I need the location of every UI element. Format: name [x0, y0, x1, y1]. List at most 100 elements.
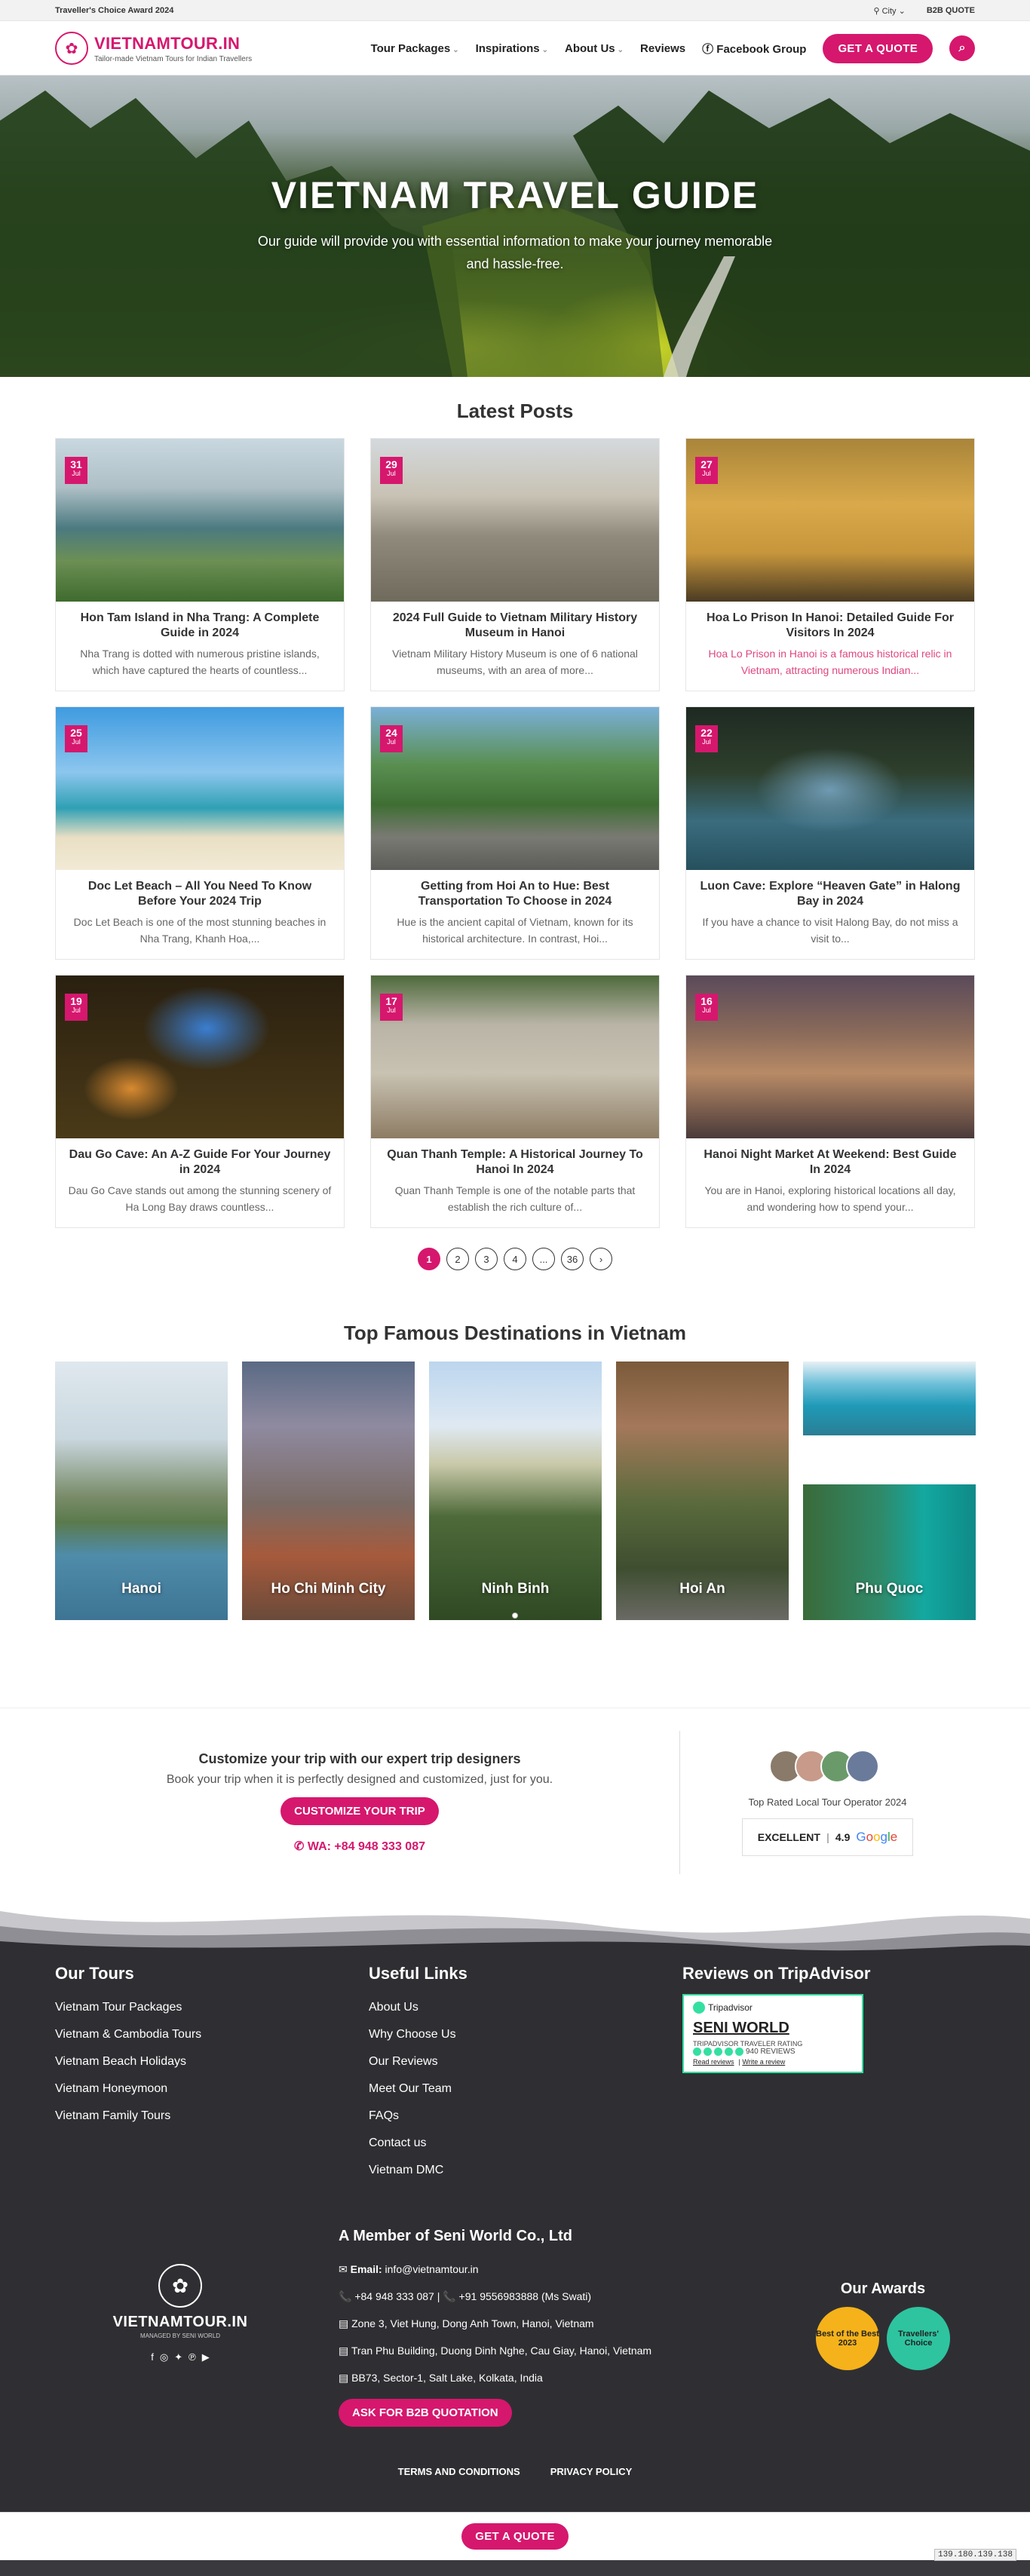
post-title[interactable]: Luon Cave: Explore “Heaven Gate” in Halo… [698, 879, 962, 909]
post-image[interactable]: 25 Jul [56, 707, 344, 870]
post-title[interactable]: Quan Thanh Temple: A Historical Journey … [383, 1147, 647, 1178]
destination-label: Hoi An [679, 1581, 725, 1597]
footer-link[interactable]: Our Reviews [369, 2048, 682, 2075]
footer-link[interactable]: Vietnam Tour Packages [55, 1994, 369, 2021]
post-image[interactable]: 17 Jul [371, 976, 659, 1138]
site-header: ✿ VIETNAMTOUR.IN Tailor-made Vietnam Tou… [0, 21, 1030, 75]
post-card[interactable]: 25 Jul Doc Let Beach – All You Need To Kn… [55, 706, 345, 960]
logo-mark-icon: ✿ [55, 32, 88, 65]
footer-link[interactable]: Vietnam DMC [369, 2157, 682, 2184]
nav-reviews[interactable]: Reviews [640, 42, 685, 55]
post-excerpt: If you have a chance to visit Halong Bay… [702, 916, 958, 945]
post-card[interactable]: 24 Jul Getting from Hoi An to Hue: Best T… [370, 706, 660, 960]
destination-tile[interactable]: Hoi An [616, 1362, 789, 1620]
footer-link[interactable]: Vietnam Honeymoon [55, 2075, 369, 2103]
post-image[interactable]: 24 Jul [371, 707, 659, 870]
post-title[interactable]: Hanoi Night Market At Weekend: Best Guid… [698, 1147, 962, 1178]
post-title[interactable]: Dau Go Cave: An A-Z Guide For Your Journ… [68, 1147, 332, 1178]
search-icon[interactable]: ⌕ [949, 35, 975, 61]
customize-section: Customize your trip with our expert trip… [0, 1708, 1030, 1896]
chevron-down-icon: ⌄ [541, 45, 548, 54]
post-image[interactable]: 22 Jul [686, 707, 974, 870]
city-selector[interactable]: ⚲ City ⌄ [873, 6, 905, 16]
customize-trip-button[interactable]: CUSTOMIZE YOUR TRIP [280, 1797, 439, 1825]
member-heading: A Member of Seni World Co., Ltd [339, 2228, 572, 2244]
page-4[interactable]: 4 [504, 1248, 526, 1270]
page-2[interactable]: 2 [446, 1248, 469, 1270]
post-title[interactable]: Getting from Hoi An to Hue: Best Transpo… [383, 879, 647, 909]
read-reviews-link[interactable]: Read reviews [693, 2058, 734, 2066]
footer-link[interactable]: Contact us [369, 2130, 682, 2157]
phone-line[interactable]: 📞 +84 948 333 087 | 📞 +91 9556983888 (Ms… [339, 2283, 791, 2310]
map-icon: ▤ [339, 2345, 349, 2357]
post-card[interactable]: 19 Jul Dau Go Cave: An A-Z Guide For Your… [55, 975, 345, 1228]
page-1[interactable]: 1 [418, 1248, 440, 1270]
post-card[interactable]: 22 Jul Luon Cave: Explore “Heaven Gate” i… [685, 706, 975, 960]
post-title[interactable]: Hon Tam Island in Nha Trang: A Complete … [68, 611, 332, 641]
destinations-section: Top Famous Destinations in Vietnam Hanoi… [0, 1322, 1030, 1620]
ip-address-text: 139.180.139.138 [933, 2549, 1016, 2561]
post-excerpt: Nha Trang is dotted with numerous pristi… [80, 648, 320, 676]
b2b-quote-link[interactable]: B2B QUOTE [927, 6, 975, 15]
email-link[interactable]: info@vietnamtour.in [385, 2263, 479, 2275]
google-rating-badge[interactable]: EXCELLENT | 4.9 Google [741, 1818, 914, 1856]
footer-tripadvisor: Reviews on TripAdvisor Tripadvisor SENI … [682, 1964, 975, 2184]
next-page-icon[interactable]: › [590, 1248, 612, 1270]
footer-link[interactable]: Why Choose Us [369, 2021, 682, 2048]
post-title[interactable]: 2024 Full Guide to Vietnam Military Hist… [383, 611, 647, 641]
privacy-link[interactable]: PRIVACY POLICY [550, 2466, 633, 2477]
write-review-link[interactable]: Write a review [742, 2058, 785, 2066]
awards: Our Awards Best of the Best 2023 Travell… [791, 2228, 975, 2427]
travellers-choice-award-badge: Travellers' Choice [887, 2307, 950, 2370]
pinterest-icon[interactable]: ℗ [189, 2351, 196, 2363]
post-image[interactable]: 27 Jul [686, 439, 974, 602]
footer-logo[interactable]: ✿ VIETNAMTOUR.IN MANAGED BY SENI WORLD f… [63, 2228, 298, 2427]
post-image[interactable]: 19 Jul [56, 976, 344, 1138]
nav-facebook-group[interactable]: ⓕ Facebook Group [702, 41, 806, 57]
post-card[interactable]: 16 Jul Hanoi Night Market At Weekend: Bes… [685, 975, 975, 1228]
main-nav: Tour Packages ⌄ Inspirations ⌄ About Us ⌄ R… [371, 33, 975, 63]
carousel-dot[interactable] [512, 1613, 518, 1619]
facebook-icon[interactable]: f [151, 2351, 154, 2363]
tripadvisor-business-name[interactable]: SENI WORLD [693, 2020, 853, 2037]
destination-tile[interactable]: Hanoi [55, 1362, 228, 1620]
team-avatars [680, 1749, 975, 1783]
footer-link[interactable]: Vietnam & Cambodia Tours [55, 2021, 369, 2048]
terms-link[interactable]: TERMS AND CONDITIONS [398, 2466, 520, 2477]
post-card[interactable]: 27 Jul Hoa Lo Prison In Hanoi: Detailed G… [685, 438, 975, 691]
post-image[interactable]: 31 Jul [56, 439, 344, 602]
destination-tile[interactable]: Phu Quoc [803, 1484, 976, 1620]
footer-link[interactable]: Vietnam Family Tours [55, 2103, 369, 2130]
logo-mark-icon: ✿ [158, 2264, 202, 2308]
logo[interactable]: ✿ VIETNAMTOUR.IN Tailor-made Vietnam Tou… [55, 32, 252, 65]
post-title[interactable]: Doc Let Beach – All You Need To Know Bef… [68, 879, 332, 909]
nav-inspirations[interactable]: Inspirations ⌄ [476, 42, 548, 55]
get-quote-button[interactable]: GET A QUOTE [823, 33, 933, 63]
post-image[interactable]: 16 Jul [686, 976, 974, 1138]
footer-link[interactable]: FAQs [369, 2103, 682, 2130]
page-3[interactable]: 3 [475, 1248, 498, 1270]
b2b-quotation-button[interactable]: ASK FOR B2B QUOTATION [339, 2399, 512, 2427]
post-image[interactable]: 29 Jul [371, 439, 659, 602]
footer-link[interactable]: Vietnam Beach Holidays [55, 2048, 369, 2075]
footer-link[interactable]: About Us [369, 1994, 682, 2021]
nav-tour-packages[interactable]: Tour Packages ⌄ [371, 42, 459, 55]
posts-grid: 31 Jul Hon Tam Island in Nha Trang: A Com… [55, 438, 975, 1228]
destination-tile-small[interactable] [803, 1362, 976, 1435]
twitter-icon[interactable]: ✦ [174, 2351, 182, 2363]
destination-tile[interactable]: Ninh Binh [429, 1362, 602, 1620]
footer-link[interactable]: Meet Our Team [369, 2075, 682, 2103]
post-card[interactable]: 29 Jul 2024 Full Guide to Vietnam Militar… [370, 438, 660, 691]
get-quote-button-bottom[interactable]: GET A QUOTE [461, 2523, 569, 2550]
nav-about-us[interactable]: About Us ⌄ [565, 42, 624, 55]
post-card[interactable]: 17 Jul Quan Thanh Temple: A Historical Jo… [370, 975, 660, 1228]
post-card[interactable]: 31 Jul Hon Tam Island in Nha Trang: A Com… [55, 438, 345, 691]
instagram-icon[interactable]: ◎ [160, 2351, 168, 2363]
page-36[interactable]: 36 [561, 1248, 584, 1270]
location-pin-icon: ⚲ [873, 6, 880, 16]
tripadvisor-widget[interactable]: Tripadvisor SENI WORLD TRIPADVISOR TRAVE… [682, 1994, 863, 2073]
destination-tile[interactable]: Ho Chi Minh City [242, 1362, 415, 1620]
whatsapp-link[interactable]: ✆ WA: +84 948 333 087 [55, 1839, 664, 1854]
post-title[interactable]: Hoa Lo Prison In Hanoi: Detailed Guide F… [698, 611, 962, 641]
youtube-icon[interactable]: ▶ [202, 2351, 210, 2363]
